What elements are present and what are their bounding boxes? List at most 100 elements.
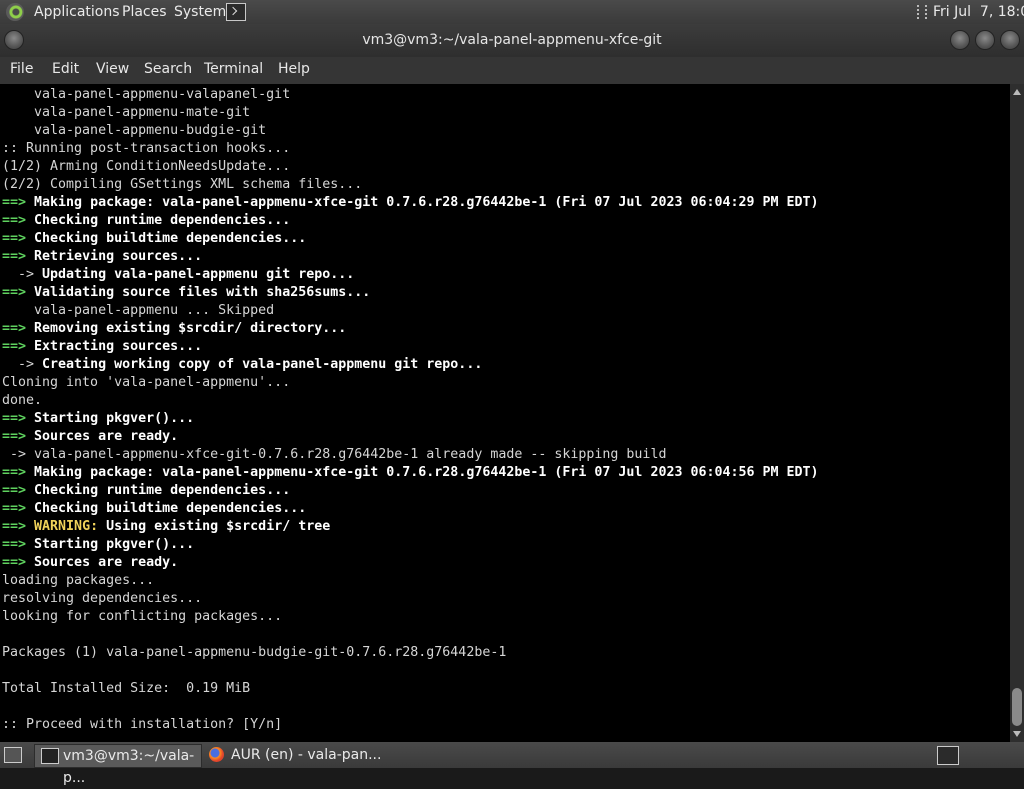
places-menu[interactable]: Places: [122, 0, 167, 24]
terminal-line: ==> Making package: vala-panel-appmenu-x…: [2, 194, 819, 212]
taskbar-item-terminal[interactable]: vm3@vm3:~/vala-p...: [34, 744, 202, 786]
terminal-text: Packages (1) vala-panel-appmenu-budgie-g…: [2, 645, 507, 660]
terminal-text: ==>: [2, 429, 35, 444]
scroll-up-icon[interactable]: [1013, 89, 1021, 95]
terminal-line: ==> Checking runtime dependencies...: [2, 482, 290, 500]
terminal-text: looking for conflicting packages...: [2, 609, 283, 624]
terminal-line: vala-panel-appmenu-budgie-git: [2, 122, 266, 140]
terminal-text: ==>: [2, 501, 35, 516]
bottom-panel: vm3@vm3:~/vala-p... AUR (en) - vala-pan.…: [0, 742, 1024, 786]
terminal-text: ==>: [2, 465, 35, 480]
terminal-line: (2/2) Compiling GSettings XML schema fil…: [2, 176, 362, 194]
terminal-text: vala-panel-appmenu-valapanel-git: [2, 87, 291, 102]
menu-terminal[interactable]: Terminal: [204, 57, 263, 84]
terminal-line: Total Installed Size: 0.19 MiB: [2, 680, 250, 698]
menubar: File Edit View Search Terminal Help: [0, 57, 1024, 84]
terminal-line: done.: [2, 392, 42, 410]
terminal-launcher-icon[interactable]: [226, 3, 246, 21]
terminal-line: ==> Starting pkgver()...: [2, 536, 194, 554]
close-button[interactable]: [1000, 30, 1020, 50]
terminal-text: vala-panel-appmenu-budgie-git: [2, 123, 267, 138]
terminal-text: vala-panel-appmenu ... Skipped: [2, 303, 275, 318]
terminal-line: vala-panel-appmenu-mate-git: [2, 104, 250, 122]
terminal-text: Removing existing $srcdir/ directory...: [34, 321, 347, 336]
terminal-line: vala-panel-appmenu-valapanel-git: [2, 86, 290, 104]
terminal-line: ==> Sources are ready.: [2, 428, 178, 446]
terminal-text: Starting pkgver()...: [34, 411, 195, 426]
scroll-down-icon[interactable]: [1013, 731, 1021, 737]
terminal-text: ==>: [2, 213, 35, 228]
terminal-text: ->: [2, 357, 43, 372]
terminal-line: ==> Checking buildtime dependencies...: [2, 230, 306, 248]
scroll-thumb[interactable]: [1012, 688, 1022, 726]
terminal-line: :: Proceed with installation? [Y/n]: [2, 716, 282, 734]
workspace-switcher-icon[interactable]: [937, 746, 959, 765]
terminal-text: Creating working copy of vala-panel-appm…: [42, 357, 483, 372]
terminal-text: Checking runtime dependencies...: [34, 213, 291, 228]
terminal-line: -> vala-panel-appmenu-xfce-git-0.7.6.r28…: [2, 446, 666, 464]
terminal-line: ==> Starting pkgver()...: [2, 410, 194, 428]
terminal-text: ==>: [2, 411, 35, 426]
terminal-text: ==>: [2, 555, 35, 570]
applications-menu[interactable]: Applications: [34, 0, 120, 24]
window-titlebar[interactable]: vm3@vm3:~/vala-panel-appmenu-xfce-git: [0, 24, 1024, 57]
terminal-text: WARNING:: [34, 519, 99, 534]
terminal-line: ==> WARNING: Using existing $srcdir/ tre…: [2, 518, 330, 536]
terminal-text: Checking buildtime dependencies...: [34, 231, 307, 246]
taskbar-item-label: vm3@vm3:~/vala-p...: [63, 748, 195, 786]
terminal-line: ==> Retrieving sources...: [2, 248, 202, 266]
terminal-line: vala-panel-appmenu ... Skipped: [2, 302, 274, 320]
system-menu[interactable]: System: [174, 0, 226, 24]
terminal-line: (1/2) Arming ConditionNeedsUpdate...: [2, 158, 290, 176]
terminal-line: ==> Sources are ready.: [2, 554, 178, 572]
terminal-text: Cloning into 'vala-panel-appmenu'...: [2, 375, 291, 390]
clock[interactable]: Fri Jul 7, 18:04: [933, 0, 1024, 24]
terminal-text: (2/2) Compiling GSettings XML schema fil…: [2, 177, 363, 192]
terminal-text: ==>: [2, 339, 35, 354]
terminal-line: -> Updating vala-panel-appmenu git repo.…: [2, 266, 354, 284]
menu-help[interactable]: Help: [278, 57, 310, 84]
minimize-button[interactable]: [950, 30, 970, 50]
terminal-text: Total Installed Size: 0.19 MiB: [2, 681, 251, 696]
panel-handle-icon: [917, 5, 927, 19]
terminal-text: ==>: [2, 231, 35, 246]
mate-logo-icon[interactable]: [6, 3, 24, 21]
terminal-text: vala-panel-appmenu-mate-git: [2, 105, 251, 120]
terminal-text: Extracting sources...: [34, 339, 203, 354]
terminal-line: ==> Validating source files with sha256s…: [2, 284, 370, 302]
terminal-line: resolving dependencies...: [2, 590, 202, 608]
terminal-line: loading packages...: [2, 572, 154, 590]
terminal-scrollbar[interactable]: [1010, 84, 1024, 742]
terminal-line: ==> Extracting sources...: [2, 338, 202, 356]
terminal-line: -> Creating working copy of vala-panel-a…: [2, 356, 482, 374]
show-desktop-icon[interactable]: [4, 747, 22, 763]
terminal-text: :: Proceed with installation? [Y/n]: [2, 717, 283, 732]
terminal-text: ==>: [2, 285, 35, 300]
menu-edit[interactable]: Edit: [52, 57, 79, 84]
terminal-text: ==>: [2, 483, 35, 498]
menu-search[interactable]: Search: [144, 57, 192, 84]
terminal-line: ==> Removing existing $srcdir/ directory…: [2, 320, 346, 338]
terminal-line: :: Running post-transaction hooks...: [2, 140, 290, 158]
terminal-text: Using existing $srcdir/ tree: [98, 519, 331, 534]
maximize-button[interactable]: [975, 30, 995, 50]
terminal-icon: [41, 748, 59, 764]
terminal-text: ==>: [2, 195, 35, 210]
menu-file[interactable]: File: [10, 57, 33, 84]
terminal-line: Cloning into 'vala-panel-appmenu'...: [2, 374, 290, 392]
menu-view[interactable]: View: [96, 57, 129, 84]
terminal-text: resolving dependencies...: [2, 591, 203, 606]
terminal-output[interactable]: vala-panel-appmenu-valapanel-git vala-pa…: [0, 84, 1010, 742]
terminal-text: loading packages...: [2, 573, 155, 588]
firefox-icon: [209, 747, 224, 762]
terminal-text: Checking buildtime dependencies...: [34, 501, 307, 516]
terminal-text: Validating source files with sha256sums.…: [34, 285, 371, 300]
terminal-line: ==> Making package: vala-panel-appmenu-x…: [2, 464, 819, 482]
terminal-text: ==>: [2, 537, 35, 552]
terminal-line: ==> Checking buildtime dependencies...: [2, 500, 306, 518]
terminal-text: -> vala-panel-appmenu-xfce-git-0.7.6.r28…: [2, 447, 667, 462]
window-title: vm3@vm3:~/vala-panel-appmenu-xfce-git: [362, 32, 662, 48]
taskbar-item-firefox[interactable]: AUR (en) - vala-pan...: [203, 744, 403, 766]
terminal-text: Updating vala-panel-appmenu git repo...: [42, 267, 355, 282]
terminal-text: Sources are ready.: [34, 429, 179, 444]
